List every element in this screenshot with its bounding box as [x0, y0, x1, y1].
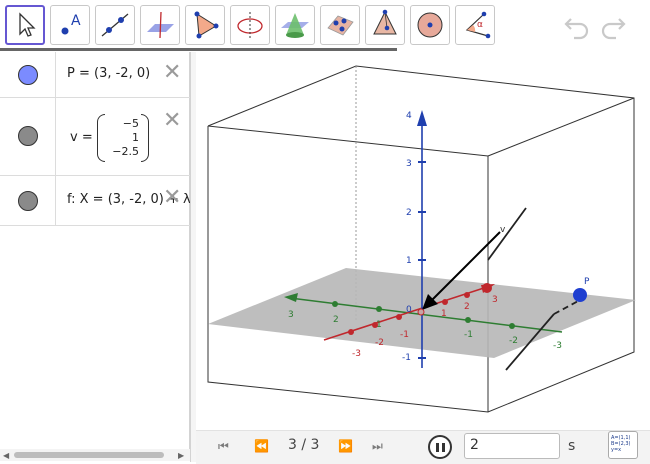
x-label-3: 3 [492, 295, 498, 305]
y-label-neg1: -1 [464, 330, 473, 340]
y-label-neg2: -2 [509, 336, 518, 346]
algebra-row-point[interactable]: P = (3, -2, 0) ✕ [0, 52, 190, 98]
vector-matrix: −5 1 −2.5 [97, 114, 149, 162]
close-icon[interactable]: ✕ [163, 187, 181, 209]
scroll-thumb[interactable] [14, 452, 164, 458]
x-label-2: 2 [464, 302, 470, 312]
circle-tool-button[interactable] [230, 5, 270, 45]
vector-z: −2.5 [112, 145, 139, 158]
pause-icon[interactable] [428, 435, 452, 459]
z-label-1: 1 [406, 256, 412, 266]
scene-3d[interactable]: 4 3 2 1 0 -1 3 2 1 -1 -2 -3 3 2 1 -1 -2 … [196, 52, 650, 430]
x-label-neg2: -2 [375, 338, 384, 348]
visibility-toggle[interactable] [18, 126, 38, 146]
intersect-surfaces-icon [281, 13, 309, 38]
right-bracket [141, 114, 149, 162]
origin-label: 0 [406, 305, 412, 315]
perpendicular-tool-button[interactable] [140, 5, 180, 45]
angle-icon: α [465, 11, 491, 39]
z-label-4: 4 [406, 111, 412, 121]
arrow-cursor-icon [19, 12, 36, 37]
step-counter: 3 / 3 [288, 437, 320, 453]
toolbar: A α [0, 0, 650, 52]
svg-text:A: A [71, 13, 81, 29]
next-step-icon[interactable]: ⏩ [338, 439, 353, 453]
pyramid-icon [373, 9, 397, 35]
move-tool-button[interactable] [5, 5, 45, 45]
vector-v-label: v [500, 225, 506, 235]
z-label-neg1: -1 [402, 353, 411, 363]
first-step-icon[interactable]: ⏮ [218, 439, 229, 454]
origin-point [417, 308, 425, 316]
redo-icon[interactable] [598, 12, 628, 40]
svg-text:α: α [477, 20, 483, 30]
speed-input[interactable]: 2 [464, 433, 560, 459]
speed-unit: s [568, 438, 576, 454]
x-label-neg3: -3 [352, 349, 361, 359]
algebra-row-vector[interactable]: v = −5 1 −2.5 ✕ [0, 98, 190, 176]
circle-axis-icon [237, 12, 263, 38]
plane-three-points-icon [327, 15, 354, 36]
toolbar-divider [0, 48, 397, 51]
y-label-2: 2 [333, 315, 339, 325]
polygon-tool-button[interactable] [185, 5, 225, 45]
visibility-toggle[interactable] [18, 191, 38, 211]
plane-tool-button[interactable] [320, 5, 360, 45]
point-definition[interactable]: P = (3, -2, 0) [67, 66, 150, 81]
sphere-tool-button[interactable] [410, 5, 450, 45]
sphere-icon [417, 12, 443, 38]
close-icon[interactable]: ✕ [163, 62, 181, 84]
algebra-row-line[interactable]: f: X = (3, -2, 0) + λ ✕ [0, 176, 191, 226]
algebra-view-toggle-icon[interactable]: A=(1,1) B=(2,3) y=x [608, 431, 638, 459]
scroll-right-icon[interactable]: ▶ [178, 451, 184, 460]
line-tool-button[interactable] [95, 5, 135, 45]
angle-tool-button[interactable]: α [455, 5, 495, 45]
graphics-3d-view[interactable]: 4 3 2 1 0 -1 3 2 1 -1 -2 -3 3 2 1 -1 -2 … [196, 52, 650, 430]
y-label-neg3: -3 [553, 341, 562, 351]
previous-step-icon[interactable]: ⏪ [254, 439, 269, 453]
left-bracket [97, 114, 105, 162]
line-icon [101, 13, 129, 37]
intersect-tool-button[interactable] [275, 5, 315, 45]
vector-y: 1 [132, 131, 139, 144]
x-label-1: 1 [441, 309, 447, 319]
perpendicular-plane-icon [147, 11, 174, 39]
point-p-label: P [584, 277, 590, 287]
geogebra-app: A α P = (3, -2, 0) ✕ v = −5 1 −2.5 ✕ f: … [0, 0, 650, 464]
pyramid-tool-button[interactable] [365, 5, 405, 45]
point-icon: A [61, 13, 81, 35]
undo-icon[interactable] [562, 12, 592, 40]
animation-bar: ⏮ ⏪ 3 / 3 ⏩ ⏭ 2 s A=(1,1) B=(2,3) y=x [196, 430, 650, 464]
vector-x: −5 [122, 117, 139, 130]
close-icon[interactable]: ✕ [163, 110, 181, 132]
point-tool-button[interactable]: A [50, 5, 90, 45]
visibility-toggle[interactable] [18, 65, 38, 85]
y-label-3: 3 [288, 310, 294, 320]
scroll-left-icon[interactable]: ◀ [3, 451, 9, 460]
vector-label[interactable]: v = [70, 130, 93, 145]
z-label-2: 2 [406, 208, 412, 218]
z-label-3: 3 [406, 159, 412, 169]
last-step-icon[interactable]: ⏭ [372, 439, 383, 454]
algebra-view: P = (3, -2, 0) ✕ v = −5 1 −2.5 ✕ f: X = … [0, 52, 191, 450]
polygon-icon [194, 11, 219, 39]
algebra-scrollbar[interactable]: ◀ ▶ [0, 449, 190, 461]
x-label-neg1: -1 [400, 330, 409, 340]
